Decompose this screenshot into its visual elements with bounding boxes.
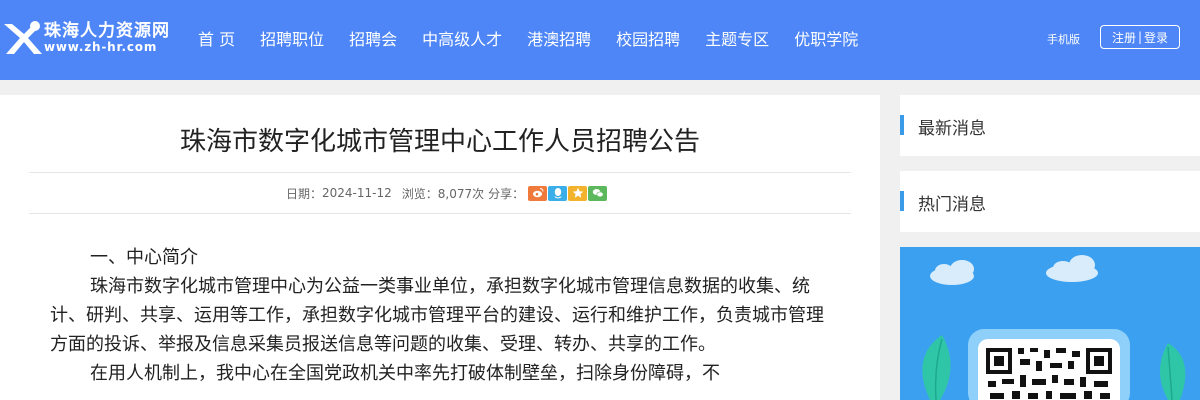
hot-news-box: 热门消息	[900, 171, 1200, 232]
logo-mark-icon	[4, 21, 42, 54]
weibo-icon[interactable]	[528, 185, 548, 201]
main-nav: 首 页 招聘职位 招聘会 中高级人才 港澳招聘 校园招聘 主题专区 优职学院	[198, 26, 883, 50]
auth-separator: |	[1137, 30, 1143, 44]
latest-news-box: 最新消息	[900, 95, 1200, 156]
auth-box: 注册 | 登录	[1100, 25, 1180, 49]
meta-divider	[29, 213, 851, 214]
latest-news-title[interactable]: 最新消息	[918, 114, 986, 139]
top-header: 珠海人力资源网 www.zh-hr.com 首 页 招聘职位 招聘会 中高级人才…	[0, 0, 1200, 80]
login-link[interactable]: 登录	[1144, 29, 1168, 46]
logo-url: www.zh-hr.com	[44, 40, 158, 54]
paragraph: 在用人机制上，我中心在全国党政机关中率先打破体制壁垒，扫除身份障碍，不	[90, 363, 720, 384]
nav-job-fair[interactable]: 招聘会	[349, 26, 397, 50]
paragraph: 珠海市数字化城市管理中心为公益一类事业单位，承担数字化城市管理信息数据的收集、统…	[50, 276, 824, 355]
nav-academy[interactable]: 优职学院	[794, 26, 858, 50]
nav-hk-macau[interactable]: 港澳招聘	[527, 26, 591, 50]
views-label: 浏览：	[401, 186, 438, 201]
hot-news-title[interactable]: 热门消息	[918, 190, 986, 215]
views-value: 8,077次	[437, 186, 485, 201]
nav-campus[interactable]: 校园招聘	[616, 26, 680, 50]
article-title: 珠海市数字化城市管理中心工作人员招聘公告	[179, 127, 700, 157]
logo-text: 珠海人力资源网	[44, 21, 170, 41]
wechat-icon[interactable]	[588, 185, 608, 201]
qzone-icon[interactable]	[568, 185, 588, 201]
share-label: 分享：	[488, 186, 525, 201]
accent-bar	[900, 115, 904, 135]
article-meta: 日期： 2024-11-12 浏览： 8,077次 分享：	[286, 184, 608, 202]
qr-promo-banner[interactable]	[900, 247, 1200, 400]
nav-jobs[interactable]: 招聘职位	[260, 26, 324, 50]
nav-topics[interactable]: 主题专区	[705, 26, 769, 50]
title-divider	[29, 172, 851, 173]
article-panel: 珠海市数字化城市管理中心工作人员招聘公告 日期： 2024-11-12 浏览： …	[0, 95, 880, 400]
site-logo[interactable]: 珠海人力资源网 www.zh-hr.com	[2, 14, 192, 62]
share-icons	[528, 185, 608, 201]
date-value: 2024-11-12	[322, 186, 392, 200]
article-body: 一、中心简介 珠海市数字化城市管理中心为公益一类事业单位，承担数字化城市管理信息…	[50, 243, 840, 388]
date-label: 日期：	[286, 186, 323, 201]
accent-bar	[900, 191, 904, 211]
mobile-version-link[interactable]: 手机版	[1047, 31, 1080, 47]
qr-code-icon	[984, 347, 1114, 400]
qq-icon[interactable]	[548, 185, 568, 201]
qr-banner-illustration	[922, 255, 1186, 400]
nav-senior-talent[interactable]: 中高级人才	[422, 26, 502, 50]
section-heading: 一、中心简介	[90, 247, 198, 268]
register-link[interactable]: 注册	[1112, 29, 1136, 46]
nav-home[interactable]: 首 页	[198, 26, 235, 50]
